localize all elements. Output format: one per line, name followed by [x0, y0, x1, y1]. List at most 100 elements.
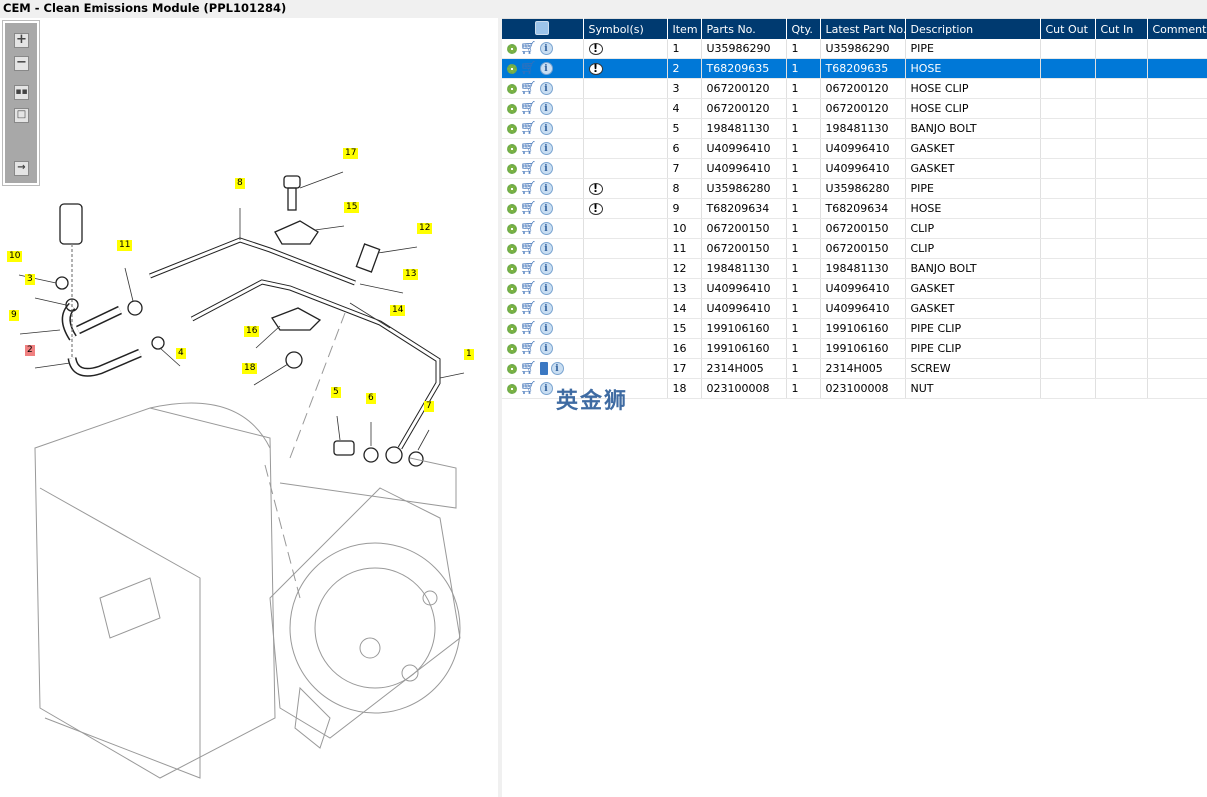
- diagram-pane[interactable]: 17 8 15 12 11 13 10 3 14 9 16 2 4 1 18 5 6 7: [0, 18, 498, 797]
- table-row[interactable]: 🛒︎ i 6 U40996410 1 U40996410 GASKET: [502, 138, 1207, 159]
- gear-icon[interactable]: [507, 143, 517, 154]
- callout-17[interactable]: 17: [343, 148, 359, 159]
- table-row[interactable]: 🛒︎ i! 1 U35986290 1 U35986290 PIPE: [502, 39, 1207, 59]
- info-icon[interactable]: i: [539, 262, 553, 276]
- gear-icon[interactable]: [507, 363, 517, 374]
- callout-4[interactable]: 4: [176, 348, 186, 359]
- cart-icon[interactable]: 🛒︎: [520, 222, 537, 235]
- cart-icon[interactable]: 🛒︎: [520, 322, 537, 335]
- cart-icon[interactable]: 🛒︎: [520, 102, 537, 115]
- callout-12[interactable]: 12: [417, 223, 433, 234]
- column-header[interactable]: Cut In: [1095, 18, 1148, 39]
- column-header[interactable]: Qty.: [786, 18, 821, 39]
- info-icon[interactable]: i: [539, 342, 553, 356]
- cart-icon[interactable]: 🛒︎: [520, 282, 537, 295]
- book-icon[interactable]: [539, 362, 548, 376]
- gear-icon[interactable]: [507, 343, 517, 354]
- info-icon[interactable]: i: [539, 222, 553, 236]
- callout-8[interactable]: 8: [235, 178, 245, 189]
- cart-icon[interactable]: 🛒︎: [520, 122, 537, 135]
- info-icon[interactable]: i: [539, 142, 553, 156]
- table-row[interactable]: 🛒︎ i 15 199106160 1 199106160 PIPE CLIP: [502, 318, 1207, 339]
- column-header[interactable]: Comment: [1147, 18, 1207, 39]
- table-row[interactable]: 🛒︎ i 11 067200150 1 067200150 CLIP: [502, 238, 1207, 259]
- gear-icon[interactable]: [507, 383, 517, 394]
- column-header[interactable]: Description: [905, 18, 1041, 39]
- column-header[interactable]: Latest Part No.: [820, 18, 906, 39]
- callout-9[interactable]: 9: [9, 310, 19, 321]
- info-icon[interactable]: i: [539, 102, 553, 116]
- cart-icon[interactable]: 🛒︎: [520, 202, 537, 215]
- export-icon[interactable]: →: [14, 161, 29, 176]
- gear-icon[interactable]: [507, 83, 517, 94]
- gear-icon[interactable]: [507, 183, 517, 194]
- info-icon[interactable]: i: [539, 42, 553, 56]
- column-header[interactable]: Cut Out: [1040, 18, 1096, 39]
- info-icon[interactable]: i: [539, 382, 553, 396]
- info-icon[interactable]: i: [539, 182, 553, 196]
- info-icon[interactable]: i: [539, 82, 553, 96]
- gear-icon[interactable]: [507, 263, 517, 274]
- cart-icon[interactable]: 🛒︎: [520, 182, 537, 195]
- callout-16[interactable]: 16: [244, 326, 260, 337]
- gear-icon[interactable]: [507, 163, 517, 174]
- zoom-out-icon[interactable]: −: [14, 56, 29, 71]
- gear-icon[interactable]: [507, 283, 517, 294]
- table-row[interactable]: 🛒︎ i 12 198481130 1 198481130 BANJO BOLT: [502, 258, 1207, 279]
- table-row[interactable]: 🛒︎ i 4 067200120 1 067200120 HOSE CLIP: [502, 98, 1207, 119]
- cart-icon[interactable]: 🛒︎: [520, 82, 537, 95]
- gear-icon[interactable]: [507, 223, 517, 234]
- callout-1[interactable]: 1: [464, 349, 474, 360]
- cart-icon[interactable]: 🛒︎: [520, 362, 537, 375]
- callout-18[interactable]: 18: [242, 363, 258, 374]
- info-icon[interactable]: i: [539, 202, 553, 216]
- gear-icon[interactable]: [507, 323, 517, 334]
- table-row[interactable]: 🛒︎ i! 9 T68209634 1 T68209634 HOSE: [502, 198, 1207, 219]
- table-row[interactable]: 🛒︎ i 7 U40996410 1 U40996410 GASKET: [502, 158, 1207, 179]
- info-icon[interactable]: i: [539, 282, 553, 296]
- callout-6[interactable]: 6: [366, 393, 376, 404]
- note-icon[interactable]: !: [588, 43, 603, 55]
- callout-10[interactable]: 10: [7, 251, 23, 262]
- table-row[interactable]: 🛒︎ i 3 067200120 1 067200120 HOSE CLIP: [502, 78, 1207, 99]
- gear-icon[interactable]: [507, 103, 517, 114]
- callout-2[interactable]: 2: [25, 345, 35, 356]
- info-icon[interactable]: i: [539, 302, 553, 316]
- table-row[interactable]: 🛒︎ i! 8 U35986280 1 U35986280 PIPE: [502, 178, 1207, 199]
- info-icon[interactable]: i: [539, 162, 553, 176]
- cart-icon[interactable]: 🛒︎: [520, 42, 537, 55]
- table-row[interactable]: 🛒︎ i 16 199106160 1 199106160 PIPE CLIP: [502, 338, 1207, 359]
- info-icon[interactable]: i: [539, 62, 553, 76]
- info-icon[interactable]: i: [539, 322, 553, 336]
- actual-size-icon[interactable]: □: [14, 108, 29, 123]
- column-header[interactable]: Symbol(s): [583, 18, 668, 39]
- column-header[interactable]: Item: [667, 18, 702, 39]
- cart-icon[interactable]: 🛒︎: [520, 142, 537, 155]
- table-row[interactable]: 🛒︎ i! 2 T68209635 1 T68209635 HOSE: [502, 58, 1207, 79]
- header-find-icon[interactable]: [502, 18, 584, 39]
- table-row[interactable]: 🛒︎ i 14 U40996410 1 U40996410 GASKET: [502, 298, 1207, 319]
- gear-icon[interactable]: [507, 243, 517, 254]
- callout-11[interactable]: 11: [117, 240, 133, 251]
- callout-15[interactable]: 15: [344, 202, 360, 213]
- callout-7[interactable]: 7: [424, 401, 434, 412]
- callout-3[interactable]: 3: [25, 274, 35, 285]
- table-row[interactable]: 🛒︎ i 10 067200150 1 067200150 CLIP: [502, 218, 1207, 239]
- info-icon[interactable]: i: [539, 122, 553, 136]
- table-row[interactable]: 🛒︎ i 17 2314H005 1 2314H005 SCREW: [502, 358, 1207, 379]
- callout-14[interactable]: 14: [390, 305, 406, 316]
- gear-icon[interactable]: [507, 303, 517, 314]
- cart-icon[interactable]: 🛒︎: [520, 262, 537, 275]
- cart-icon[interactable]: 🛒︎: [520, 242, 537, 255]
- info-icon[interactable]: i: [550, 362, 564, 376]
- cart-icon[interactable]: 🛒︎: [520, 342, 537, 355]
- zoom-in-icon[interactable]: +: [14, 33, 29, 48]
- find-icon[interactable]: [535, 20, 550, 35]
- note-icon[interactable]: !: [588, 63, 603, 75]
- table-row[interactable]: 🛒︎ i 13 U40996410 1 U40996410 GASKET: [502, 278, 1207, 299]
- callout-5[interactable]: 5: [331, 387, 341, 398]
- cart-icon[interactable]: 🛒︎: [520, 62, 537, 75]
- table-row[interactable]: 🛒︎ i 5 198481130 1 198481130 BANJO BOLT: [502, 118, 1207, 139]
- gear-icon[interactable]: [507, 63, 517, 74]
- callout-13[interactable]: 13: [403, 269, 419, 280]
